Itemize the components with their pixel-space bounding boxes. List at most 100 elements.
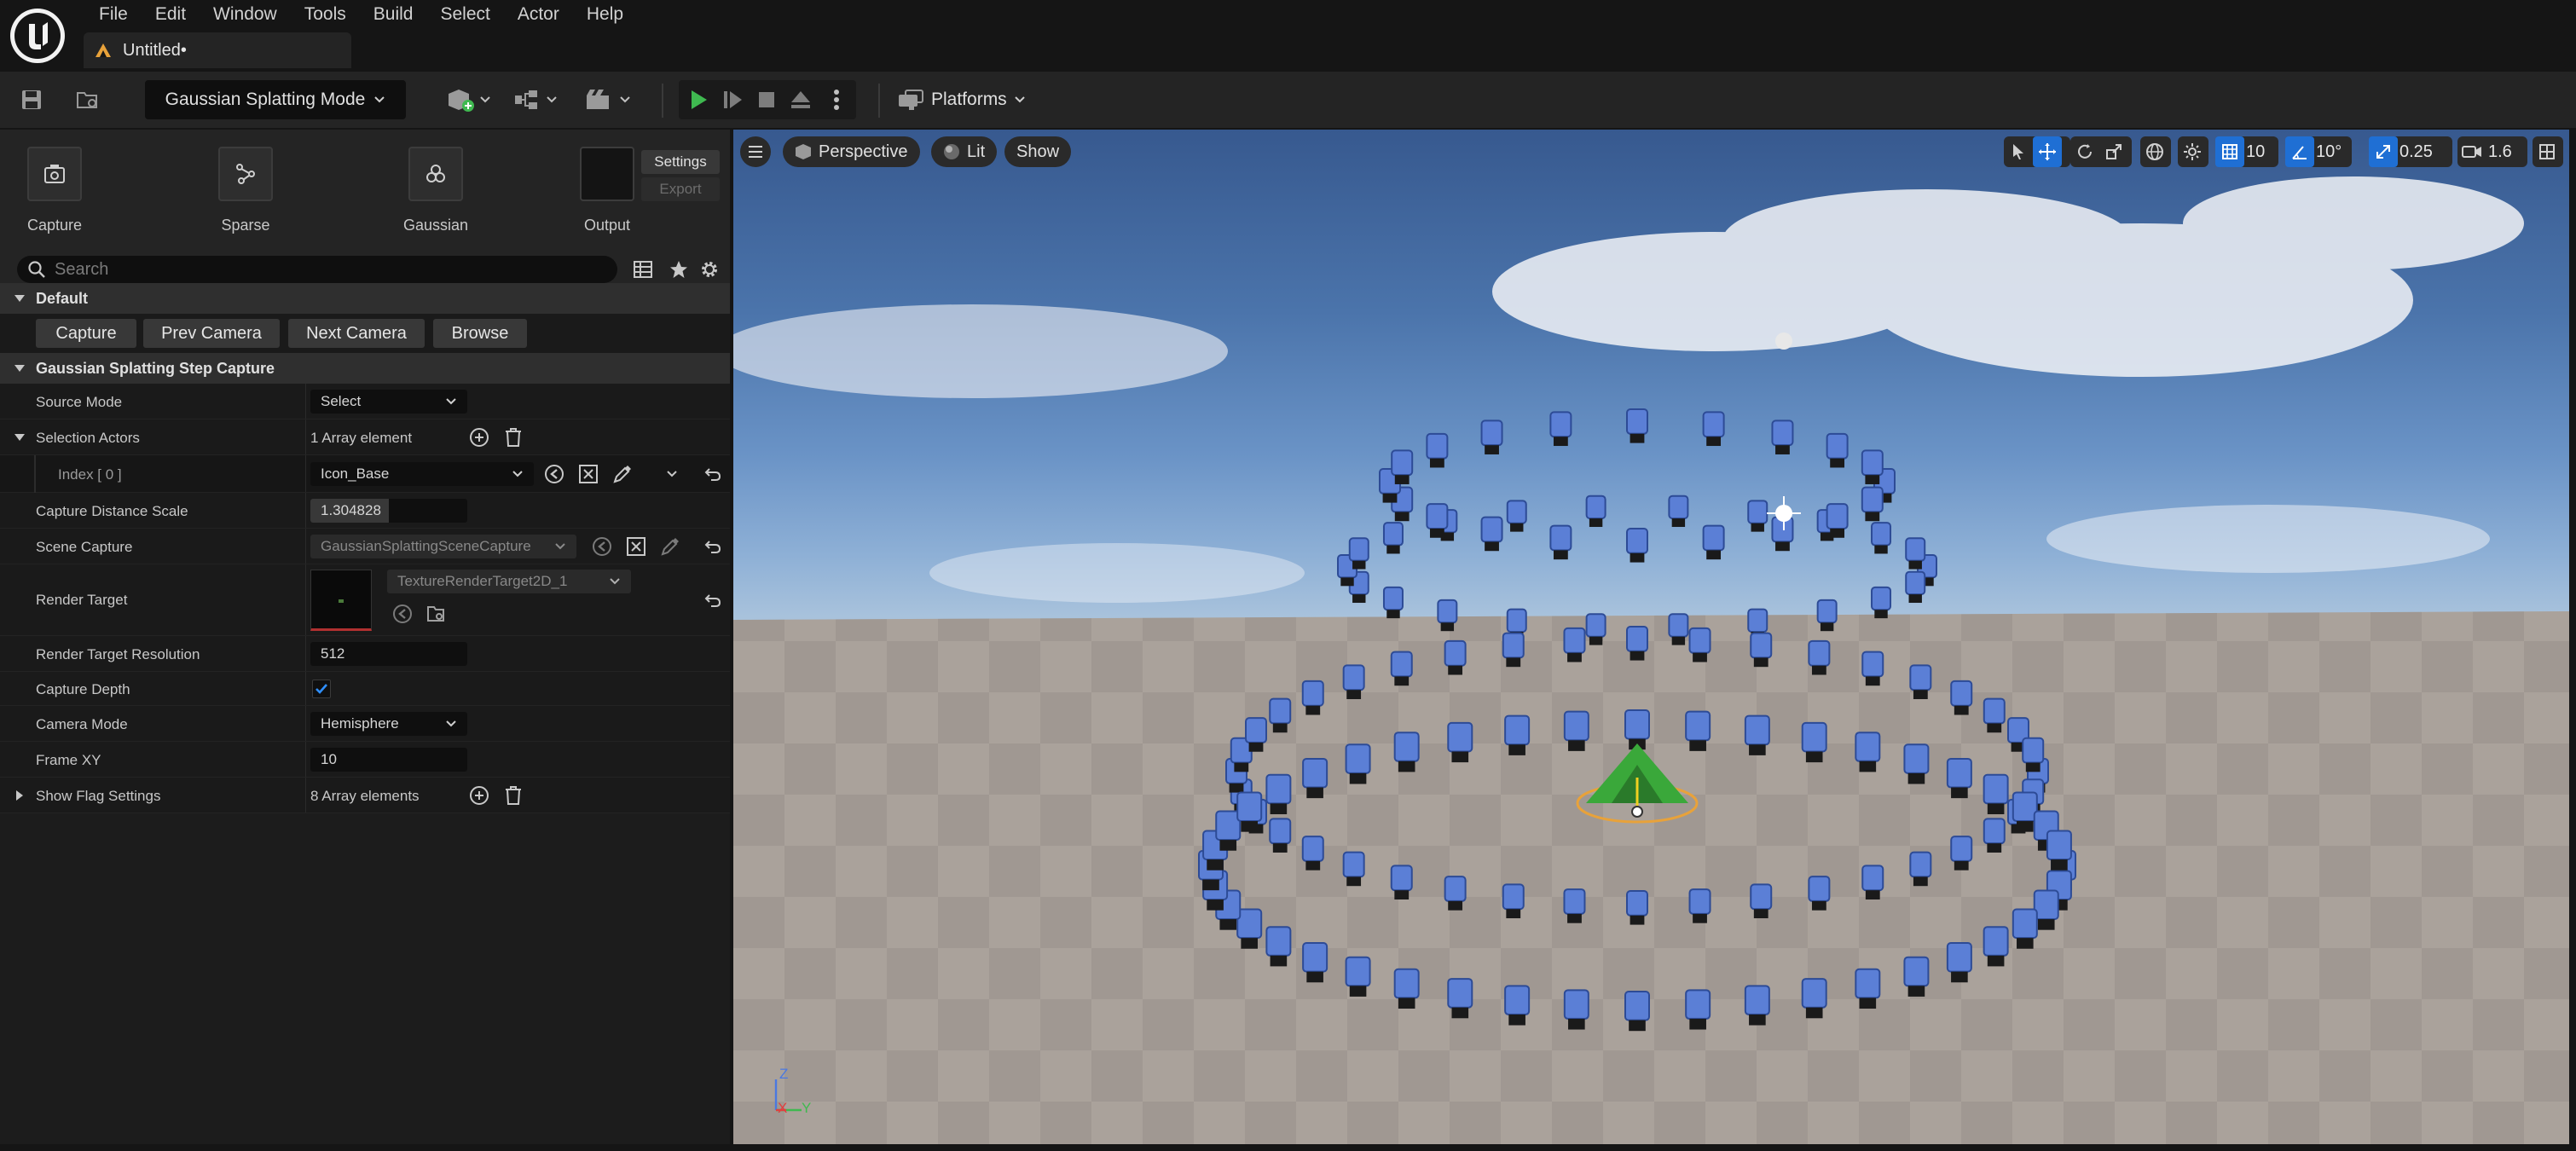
step-capture[interactable]: Capture bbox=[3, 147, 106, 234]
step-gaussian[interactable]: Gaussian bbox=[385, 147, 487, 234]
content-browser-icon[interactable] bbox=[73, 85, 102, 114]
source-mode-label: Source Mode bbox=[36, 394, 123, 410]
gear-icon[interactable] bbox=[698, 257, 721, 281]
step-sparse[interactable]: Sparse bbox=[194, 147, 297, 234]
capture-category-header[interactable]: Gaussian Splatting Step Capture bbox=[0, 353, 730, 384]
surface-snap-icon[interactable] bbox=[2178, 136, 2207, 167]
table-view-icon[interactable] bbox=[631, 257, 655, 281]
perspective-button[interactable]: Perspective bbox=[783, 136, 920, 167]
scale-tool-icon[interactable] bbox=[2099, 136, 2128, 167]
show-button[interactable]: Show bbox=[1004, 136, 1072, 167]
eyedropper-icon[interactable] bbox=[658, 535, 682, 558]
camera-speed-value: 1.6 bbox=[2488, 142, 2512, 161]
camera-lens-shadow bbox=[1394, 475, 1410, 484]
folder-search-icon[interactable] bbox=[425, 602, 449, 626]
camera-mode-label: Camera Mode bbox=[36, 716, 128, 732]
reset-icon[interactable] bbox=[701, 535, 725, 558]
camera-speed[interactable]: 1.6 bbox=[2457, 136, 2527, 167]
frame-xy-input[interactable]: 10 bbox=[310, 748, 467, 772]
eject-icon[interactable] bbox=[784, 84, 817, 116]
actor-picker[interactable]: Icon_Base bbox=[310, 462, 534, 486]
menu-window[interactable]: Window bbox=[200, 0, 291, 29]
next-camera-button[interactable]: Next Camera bbox=[288, 319, 425, 348]
camera-lens-shadow bbox=[1820, 622, 1834, 632]
advance-frame-icon[interactable] bbox=[716, 84, 749, 116]
capture-camera-mesh bbox=[1685, 710, 1711, 742]
menu-select[interactable]: Select bbox=[426, 0, 503, 29]
rotation-snap[interactable]: 10° bbox=[2285, 136, 2352, 167]
scale-snap-icon[interactable] bbox=[2369, 136, 2398, 167]
chevron-down-icon[interactable] bbox=[660, 462, 684, 486]
use-selected-icon[interactable] bbox=[542, 462, 566, 486]
source-mode-select[interactable]: Select bbox=[310, 390, 467, 414]
add-element-icon[interactable] bbox=[467, 784, 491, 807]
menu-edit[interactable]: Edit bbox=[142, 0, 200, 29]
search-input[interactable] bbox=[55, 259, 600, 280]
add-element-icon[interactable] bbox=[467, 425, 491, 449]
play-icon[interactable] bbox=[682, 84, 715, 116]
trash-icon[interactable] bbox=[501, 425, 525, 449]
scale-snap[interactable]: 0.25 bbox=[2369, 136, 2452, 167]
unreal-logo-icon[interactable] bbox=[7, 5, 68, 67]
capture-depth-checkbox[interactable] bbox=[312, 680, 331, 698]
trash-icon[interactable] bbox=[501, 784, 525, 807]
prev-camera-button[interactable]: Prev Camera bbox=[143, 319, 280, 348]
eyedropper-icon[interactable] bbox=[611, 462, 634, 486]
browse-to-asset-icon[interactable] bbox=[576, 462, 600, 486]
use-selected-icon[interactable] bbox=[590, 535, 614, 558]
capture-camera-mesh bbox=[1905, 537, 1926, 562]
export-button[interactable]: Export bbox=[641, 177, 720, 201]
collapse-arrow-icon[interactable] bbox=[14, 433, 26, 442]
layout-grid-icon[interactable] bbox=[2533, 136, 2562, 167]
more-options-icon[interactable] bbox=[824, 84, 849, 116]
capture-camera-mesh bbox=[1983, 773, 2009, 805]
browse-to-asset-icon[interactable] bbox=[624, 535, 648, 558]
capture-distance-label: Capture Distance Scale bbox=[36, 503, 188, 519]
capture-distance-row: Capture Distance Scale 1.304828 bbox=[0, 493, 730, 529]
default-category-header[interactable]: Default bbox=[0, 283, 730, 314]
add-actor-icon[interactable] bbox=[443, 84, 495, 116]
globe-icon[interactable] bbox=[2140, 136, 2169, 167]
render-target-picker[interactable]: TextureRenderTarget2D_1 bbox=[387, 570, 631, 593]
render-resolution-input[interactable]: 512 bbox=[310, 642, 467, 666]
rotation-snap-icon[interactable] bbox=[2285, 136, 2314, 167]
expand-arrow-icon[interactable] bbox=[15, 790, 24, 801]
document-tab[interactable]: Untitled• bbox=[84, 32, 351, 68]
grid-snap[interactable]: 10 bbox=[2215, 136, 2278, 167]
mode-select[interactable]: Gaussian Splatting Mode bbox=[145, 80, 406, 119]
capture-camera-mesh bbox=[1688, 627, 1711, 654]
platforms-button[interactable]: Platforms bbox=[897, 80, 1026, 119]
stop-icon[interactable] bbox=[750, 84, 783, 116]
grid-snap-icon[interactable] bbox=[2215, 136, 2244, 167]
reset-icon[interactable] bbox=[701, 462, 725, 486]
rotate-tool-icon[interactable] bbox=[2070, 136, 2099, 167]
camera-mode-select[interactable]: Hemisphere bbox=[310, 712, 467, 736]
cinematics-icon[interactable] bbox=[582, 84, 636, 116]
capture-distance-slider[interactable]: 1.304828 bbox=[310, 499, 467, 523]
level-viewport[interactable]: Perspective Lit Show 10 10° 0.25 1.6 Z X… bbox=[733, 130, 2569, 1144]
camera-speed-icon[interactable] bbox=[2457, 136, 2486, 167]
blueprint-icon[interactable] bbox=[512, 84, 563, 116]
capture-button[interactable]: Capture bbox=[36, 319, 136, 348]
browse-button[interactable]: Browse bbox=[433, 319, 527, 348]
search-box[interactable] bbox=[17, 256, 617, 283]
menu-tools[interactable]: Tools bbox=[291, 0, 360, 29]
lit-button[interactable]: Lit bbox=[931, 136, 998, 167]
menu-actor[interactable]: Actor bbox=[504, 0, 573, 29]
selection-actors-row: Selection Actors 1 Array element bbox=[0, 419, 730, 455]
use-selected-icon[interactable] bbox=[391, 602, 414, 626]
main-toolbar: Gaussian Splatting Mode Platforms bbox=[0, 72, 2576, 128]
star-icon[interactable] bbox=[667, 257, 691, 281]
settings-button[interactable]: Settings bbox=[641, 150, 720, 174]
select-tool-icon[interactable] bbox=[2004, 136, 2033, 167]
translate-tool-icon[interactable] bbox=[2033, 136, 2062, 167]
menu-file[interactable]: File bbox=[85, 0, 142, 29]
menu-help[interactable]: Help bbox=[573, 0, 637, 29]
menu-build[interactable]: Build bbox=[360, 0, 427, 29]
scene-capture-picker[interactable]: GaussianSplattingSceneCapture bbox=[310, 535, 576, 558]
render-target-thumbnail[interactable] bbox=[310, 570, 372, 631]
viewport-menu-button[interactable] bbox=[740, 136, 771, 167]
capture-camera-mesh bbox=[1301, 836, 1324, 862]
save-icon[interactable] bbox=[17, 85, 46, 114]
reset-icon[interactable] bbox=[701, 588, 725, 612]
